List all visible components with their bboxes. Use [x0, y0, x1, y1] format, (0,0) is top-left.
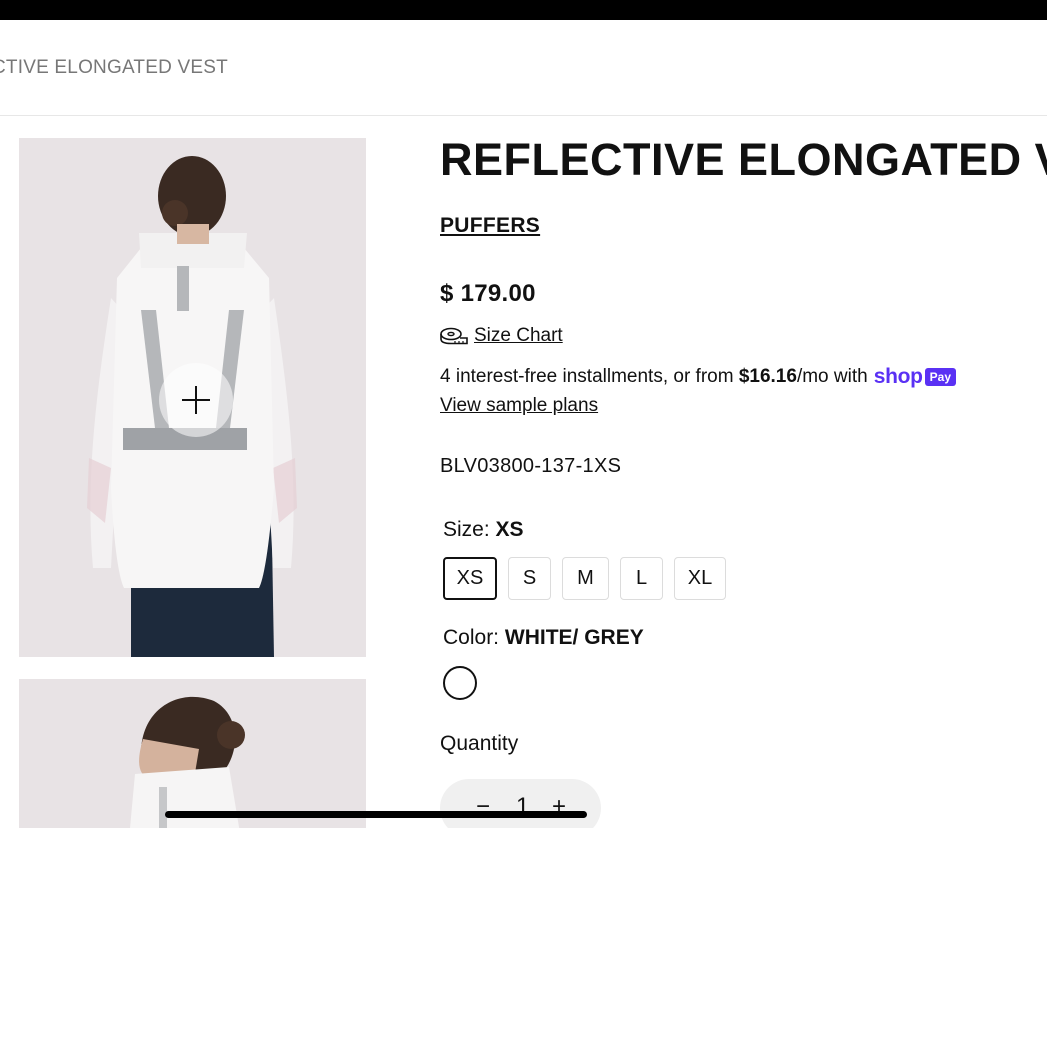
zoom-button[interactable] — [159, 363, 233, 437]
product-image-side[interactable] — [19, 679, 366, 828]
breadcrumb-current: CTIVE ELONGATED VEST — [0, 57, 228, 78]
quantity-stepper: − 1 + — [440, 779, 601, 828]
collection-link[interactable]: PUFFERS — [440, 214, 540, 238]
size-chart-label: Size Chart — [474, 325, 563, 346]
size-chart-link[interactable]: Size Chart — [440, 325, 563, 347]
size-option-m[interactable]: M — [562, 557, 609, 600]
quantity-label: Quantity — [440, 732, 519, 755]
product-title: REFLECTIVE ELONGATED VEST — [440, 134, 1047, 185]
size-option-s[interactable]: S — [508, 557, 551, 600]
plus-icon-vertical — [195, 386, 197, 414]
size-selector: XS S M L XL — [443, 557, 726, 600]
size-option-l[interactable]: L — [620, 557, 663, 600]
breadcrumb: CTIVE ELONGATED VEST — [0, 20, 1047, 116]
color-label: Color: WHITE/ GREY — [443, 626, 644, 650]
tape-measure-icon — [440, 327, 468, 345]
product-sku: BLV03800-137-1XS — [440, 455, 622, 477]
color-label-text: Color: — [443, 626, 500, 649]
installments-amount: $16.16 — [738, 366, 797, 387]
installments-text: 4 interest-free installments, or from $1… — [440, 365, 957, 389]
installments-suffix: /mo with — [796, 366, 868, 387]
shop-pay-badge: Pay — [924, 368, 957, 386]
status-bar — [0, 0, 1047, 20]
product-page: REFLECTIVE ELONGATED VEST PUFFERS $ 179.… — [0, 116, 1047, 828]
home-indicator[interactable] — [165, 811, 587, 818]
model-side-illustration — [19, 679, 366, 828]
product-price: $ 179.00 — [440, 280, 536, 307]
size-label-text: Size: — [443, 518, 490, 541]
selected-color: WHITE/ GREY — [504, 626, 644, 649]
size-option-xs[interactable]: XS — [443, 557, 497, 600]
color-swatch-white-grey[interactable] — [443, 666, 477, 700]
selected-size: XS — [495, 518, 524, 541]
installments-prefix: 4 interest-free installments, or from — [440, 366, 734, 387]
size-label: Size: XS — [443, 518, 524, 542]
product-image-back[interactable] — [19, 138, 366, 657]
shop-pay-logo: shop — [873, 365, 923, 388]
view-sample-plans-link[interactable]: View sample plans — [440, 395, 598, 417]
size-option-xl[interactable]: XL — [674, 557, 726, 600]
